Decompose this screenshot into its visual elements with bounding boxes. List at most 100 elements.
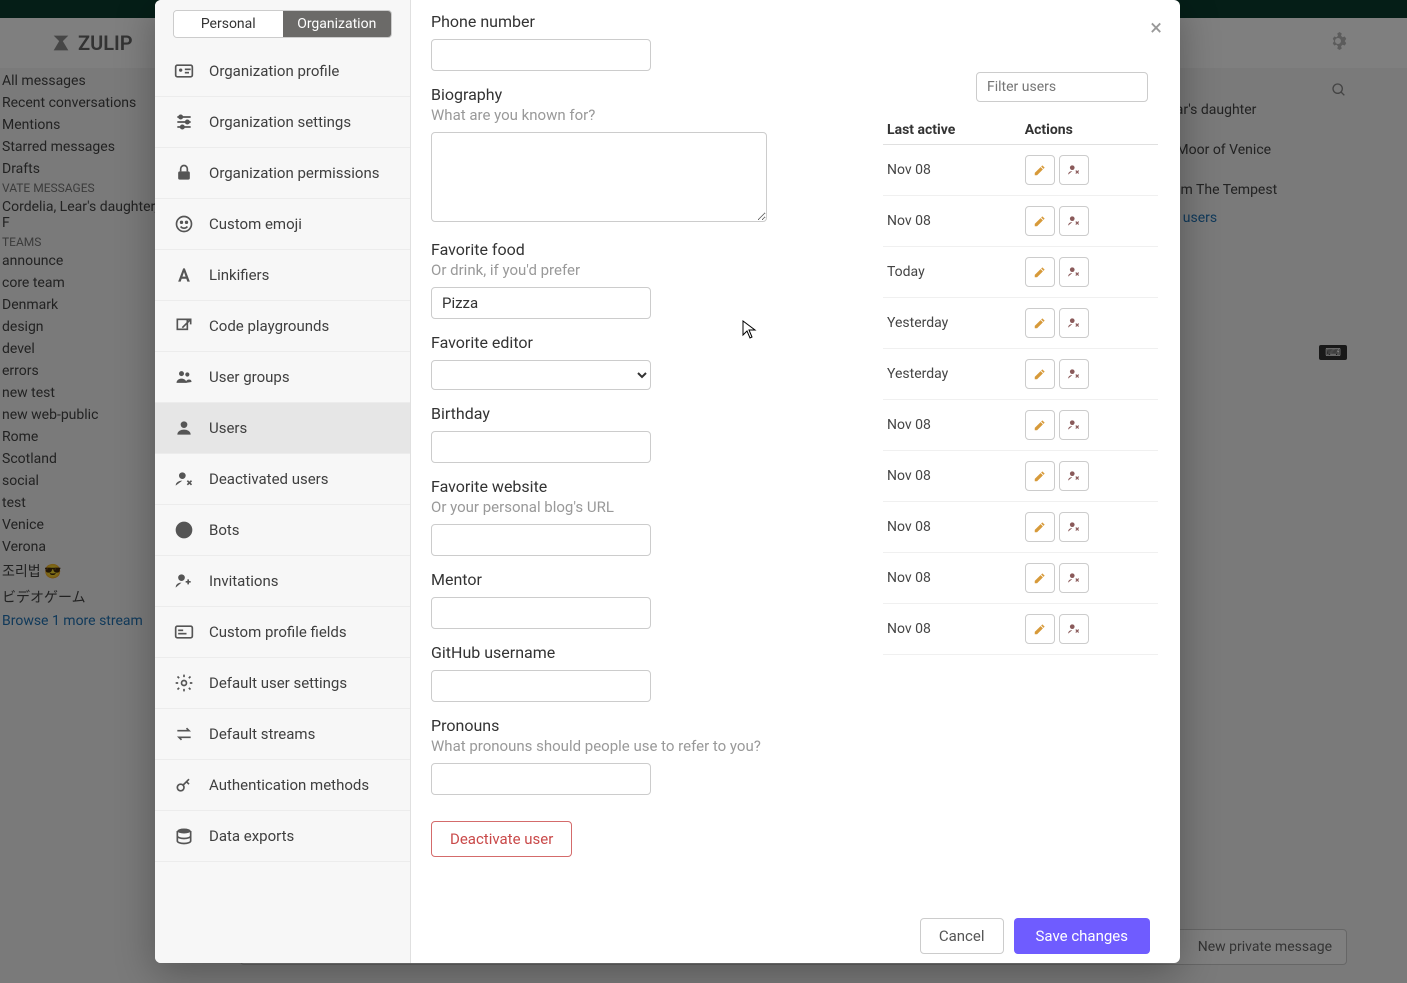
profile-form: Phone number Biography What are you know… — [431, 0, 931, 857]
edit-user-button[interactable] — [1025, 155, 1055, 185]
gear-icon — [173, 672, 195, 694]
edit-user-button[interactable] — [1025, 461, 1055, 491]
last-active-cell: Nov 08 — [883, 145, 1021, 196]
nav-auth-methods[interactable]: Authentication methods — [155, 760, 410, 811]
nav-label: Organization profile — [209, 62, 339, 80]
deactivate-user-button[interactable] — [1059, 512, 1089, 542]
deactivate-user-button[interactable] — [1059, 563, 1089, 593]
cancel-button[interactable]: Cancel — [920, 918, 1004, 954]
table-row: Nov 08 — [883, 400, 1158, 451]
deactivate-user-button[interactable] — [1059, 206, 1089, 236]
deactivate-user-button[interactable] — [1059, 614, 1089, 644]
deactivate-user-button[interactable]: Deactivate user — [431, 821, 572, 857]
last-active-cell: Nov 08 — [883, 400, 1021, 451]
mentor-input[interactable] — [431, 597, 651, 629]
birthday-input[interactable] — [431, 431, 651, 463]
edit-user-button[interactable] — [1025, 563, 1055, 593]
bio-input[interactable] — [431, 132, 767, 222]
nav-org-settings[interactable]: Organization settings — [155, 97, 410, 148]
edit-user-button[interactable] — [1025, 257, 1055, 287]
nav-label: Default streams — [209, 725, 315, 743]
nav-label: Linkifiers — [209, 266, 269, 284]
database-icon — [173, 825, 195, 847]
edit-user-button[interactable] — [1025, 359, 1055, 389]
nav-custom-profile-fields[interactable]: Custom profile fields — [155, 607, 410, 658]
nav-label: Deactivated users — [209, 470, 329, 488]
last-active-cell: Today — [883, 247, 1021, 298]
nav-users[interactable]: Users — [155, 403, 410, 454]
user-plus-icon — [173, 570, 195, 592]
pronouns-input[interactable] — [431, 763, 651, 795]
github-icon — [173, 519, 195, 541]
pronouns-label: Pronouns — [431, 716, 931, 735]
nav-bots[interactable]: Bots — [155, 505, 410, 556]
id-card-icon — [173, 60, 195, 82]
nav-label: Custom emoji — [209, 215, 302, 233]
food-input[interactable] — [431, 287, 651, 319]
nav-custom-emoji[interactable]: Custom emoji — [155, 199, 410, 250]
edit-user-button[interactable] — [1025, 410, 1055, 440]
deactivate-user-button[interactable] — [1059, 257, 1089, 287]
user-x-icon — [173, 468, 195, 490]
save-changes-button[interactable]: Save changes — [1014, 918, 1150, 954]
table-row: Yesterday — [883, 298, 1158, 349]
phone-label: Phone number — [431, 12, 931, 31]
exchange-icon — [173, 723, 195, 745]
website-label: Favorite website — [431, 477, 931, 496]
deactivate-user-button[interactable] — [1059, 461, 1089, 491]
nav-data-exports[interactable]: Data exports — [155, 811, 410, 862]
pronouns-hint: What pronouns should people use to refer… — [431, 737, 931, 755]
nav-label: Organization settings — [209, 113, 351, 131]
deactivate-user-button[interactable] — [1059, 308, 1089, 338]
nav-code-playgrounds[interactable]: Code playgrounds — [155, 301, 410, 352]
last-active-cell: Nov 08 — [883, 451, 1021, 502]
nav-default-user-settings[interactable]: Default user settings — [155, 658, 410, 709]
col-actions: Actions — [1021, 116, 1158, 145]
settings-sidebar: Personal Organization Organization profi… — [155, 0, 411, 963]
filter-users-input[interactable] — [976, 72, 1148, 102]
edit-user-button[interactable] — [1025, 614, 1055, 644]
nav-label: Bots — [209, 521, 240, 539]
nav-label: Default user settings — [209, 674, 347, 692]
table-row: Nov 08 — [883, 145, 1158, 196]
last-active-cell: Yesterday — [883, 349, 1021, 400]
nav-org-permissions[interactable]: Organization permissions — [155, 148, 410, 199]
github-input[interactable] — [431, 670, 651, 702]
editor-select[interactable] — [431, 360, 651, 390]
font-icon — [173, 264, 195, 286]
settings-modal: × Personal Organization Organization pro… — [155, 0, 1180, 963]
table-row: Nov 08 — [883, 451, 1158, 502]
deactivate-user-button[interactable] — [1059, 359, 1089, 389]
table-row: Nov 08 — [883, 196, 1158, 247]
food-label: Favorite food — [431, 240, 931, 259]
deactivate-user-button[interactable] — [1059, 155, 1089, 185]
edit-user-button[interactable] — [1025, 308, 1055, 338]
nav-label: Invitations — [209, 572, 278, 590]
last-active-cell: Nov 08 — [883, 604, 1021, 655]
table-row: Nov 08 — [883, 553, 1158, 604]
table-row: Today — [883, 247, 1158, 298]
website-hint: Or your personal blog's URL — [431, 498, 931, 516]
last-active-cell: Yesterday — [883, 298, 1021, 349]
users-table: Last active Actions Nov 08Nov 08TodayYes… — [883, 116, 1158, 655]
nav-label: Data exports — [209, 827, 294, 845]
table-row: Nov 08 — [883, 604, 1158, 655]
edit-user-button[interactable] — [1025, 206, 1055, 236]
phone-input[interactable] — [431, 39, 651, 71]
nav-default-streams[interactable]: Default streams — [155, 709, 410, 760]
tab-organization[interactable]: Organization — [283, 11, 392, 37]
deactivate-user-button[interactable] — [1059, 410, 1089, 440]
col-last-active[interactable]: Last active — [883, 116, 1021, 145]
tab-personal[interactable]: Personal — [174, 11, 283, 37]
nav-org-profile[interactable]: Organization profile — [155, 46, 410, 97]
nav-label: Custom profile fields — [209, 623, 347, 641]
edit-user-button[interactable] — [1025, 512, 1055, 542]
website-input[interactable] — [431, 524, 651, 556]
external-link-icon — [173, 315, 195, 337]
user-icon — [173, 417, 195, 439]
nav-user-groups[interactable]: User groups — [155, 352, 410, 403]
nav-linkifiers[interactable]: Linkifiers — [155, 250, 410, 301]
nav-deactivated-users[interactable]: Deactivated users — [155, 454, 410, 505]
mentor-label: Mentor — [431, 570, 931, 589]
nav-invitations[interactable]: Invitations — [155, 556, 410, 607]
